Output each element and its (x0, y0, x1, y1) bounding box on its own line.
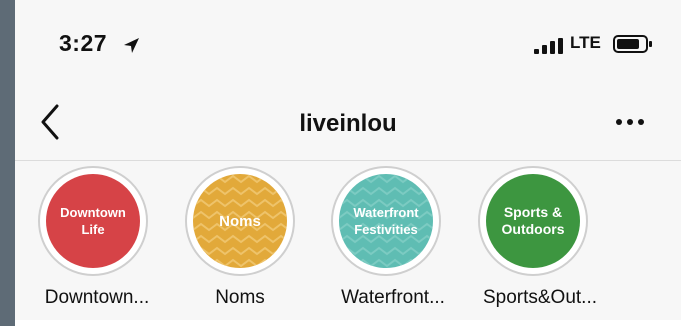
highlight-noms[interactable]: Noms Noms (182, 162, 312, 326)
highlight-label: Sports&Out... (482, 287, 598, 308)
highlight-ring: Downtown Life (38, 166, 148, 276)
highlight-ring: Sports & Outdoors (478, 166, 588, 276)
highlight-ring: Waterfront Festivities (331, 166, 441, 276)
profile-username-title: liveinlou (299, 110, 397, 137)
highlight-cover-text: Noms (219, 212, 261, 230)
more-options-icon[interactable] (612, 110, 648, 134)
highlight-downtown[interactable]: Downtown Life Downtown... (35, 162, 165, 326)
highlight-sports[interactable]: Sports & Outdoors Sports&Out... (475, 162, 605, 326)
highlight-cover: Sports & Outdoors (486, 174, 580, 268)
content-divider (15, 320, 681, 326)
highlight-cover: Noms (193, 174, 287, 268)
highlight-cover-text: Sports & Outdoors (501, 204, 565, 237)
signal-bars-icon (534, 38, 563, 54)
highlight-label: Noms (215, 287, 265, 308)
navigation-bar: liveinlou (15, 90, 681, 161)
highlight-cover-text: Downtown Life (60, 205, 126, 237)
battery-icon (613, 35, 652, 53)
status-time: 3:27 (59, 30, 108, 56)
highlight-label: Downtown... (44, 287, 150, 308)
highlight-ring: Noms (185, 166, 295, 276)
location-arrow-icon (124, 38, 139, 53)
story-highlights-row: Downtown Life Downtown... Noms Noms Wate… (15, 162, 681, 326)
highlight-cover: Downtown Life (46, 174, 140, 268)
network-type: LTE (570, 33, 601, 52)
highlight-waterfront[interactable]: Waterfront Festivities Waterfront... (328, 162, 458, 326)
highlight-cover: Waterfront Festivities (339, 174, 433, 268)
status-bar: 3:27 LTE (15, 0, 681, 90)
highlight-cover-text: Waterfront Festivities (353, 205, 419, 237)
highlight-label: Waterfront... (341, 287, 445, 308)
phone-screen: 3:27 LTE liveinlou Downtown Life Downtow… (15, 0, 681, 326)
